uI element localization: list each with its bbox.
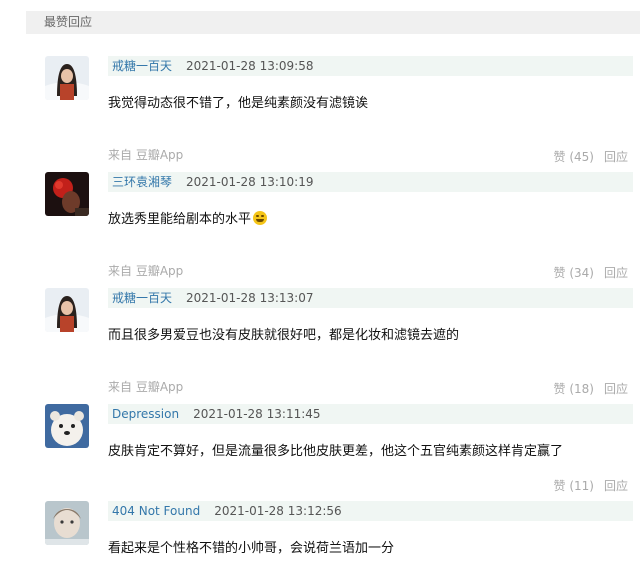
comment-text: 我觉得动态很不错了，他是纯素颜没有滤镜诶	[108, 96, 369, 111]
comment-actions: 赞 (11) 回应	[554, 477, 628, 494]
comment-actions: 赞 (45) 回应	[554, 148, 628, 165]
comment-meta: 戒糖一百天 2021-01-28 13:13:07	[108, 288, 633, 308]
comment-text: 看起来是个性格不错的小帅哥，会说荷兰语加一分	[108, 541, 395, 556]
like-button[interactable]: 赞 (34)	[554, 266, 594, 280]
avatar[interactable]	[45, 501, 89, 545]
comment-meta: 三环袁湘琴 2021-01-28 13:10:19	[108, 172, 633, 192]
comment-source: 来自 豆瓣App	[108, 380, 184, 394]
comment-meta: 戒糖一百天 2021-01-28 13:09:58	[108, 56, 633, 76]
comment-meta: 404 Not Found 2021-01-28 13:12:56	[108, 501, 633, 521]
comment-time: 2021-01-28 13:13:07	[186, 291, 314, 305]
author-link[interactable]: 三环袁湘琴	[112, 175, 172, 189]
comment-source: 来自 豆瓣App	[108, 148, 184, 162]
author-link[interactable]: 戒糖一百天	[112, 59, 172, 73]
comment-text-body: 放选秀里能给剧本的水平	[108, 212, 252, 227]
comment-time: 2021-01-28 13:09:58	[186, 59, 314, 73]
reply-button[interactable]: 回应	[604, 266, 628, 280]
comment-source: 来自 豆瓣App	[108, 264, 184, 278]
author-link[interactable]: 404 Not Found	[112, 504, 200, 518]
comment-actions: 赞 (34) 回应	[554, 264, 628, 281]
comment-actions: 赞 (18) 回应	[554, 380, 628, 397]
comment-time: 2021-01-28 13:10:19	[186, 175, 314, 189]
reply-button[interactable]: 回应	[604, 150, 628, 164]
avatar[interactable]	[45, 404, 89, 448]
like-button[interactable]: 赞 (45)	[554, 150, 594, 164]
avatar[interactable]	[45, 56, 89, 100]
avatar[interactable]	[45, 288, 89, 332]
comment-text: 皮肤肯定不算好，但是流量很多比他皮肤更差，他这个五官纯素颜这样肯定赢了	[108, 444, 564, 459]
reply-button[interactable]: 回应	[604, 479, 628, 493]
avatar[interactable]	[45, 172, 89, 216]
reply-button[interactable]: 回应	[604, 382, 628, 396]
author-link[interactable]: Depression	[112, 407, 179, 421]
comment-meta: Depression 2021-01-28 13:11:45	[108, 404, 633, 424]
comment-text: 放选秀里能给剧本的水平	[108, 208, 628, 227]
like-button[interactable]: 赞 (11)	[554, 479, 594, 493]
comment-time: 2021-01-28 13:12:56	[214, 504, 342, 518]
like-button[interactable]: 赞 (18)	[554, 382, 594, 396]
comment-time: 2021-01-28 13:11:45	[193, 407, 321, 421]
laughing-face-emoji-icon	[253, 211, 268, 225]
author-link[interactable]: 戒糖一百天	[112, 291, 172, 305]
section-title-top-replies: 最赞回应	[26, 11, 640, 34]
comment-text: 而且很多男爱豆也没有皮肤就很好吧，都是化妆和滤镜去遮的	[108, 328, 460, 343]
